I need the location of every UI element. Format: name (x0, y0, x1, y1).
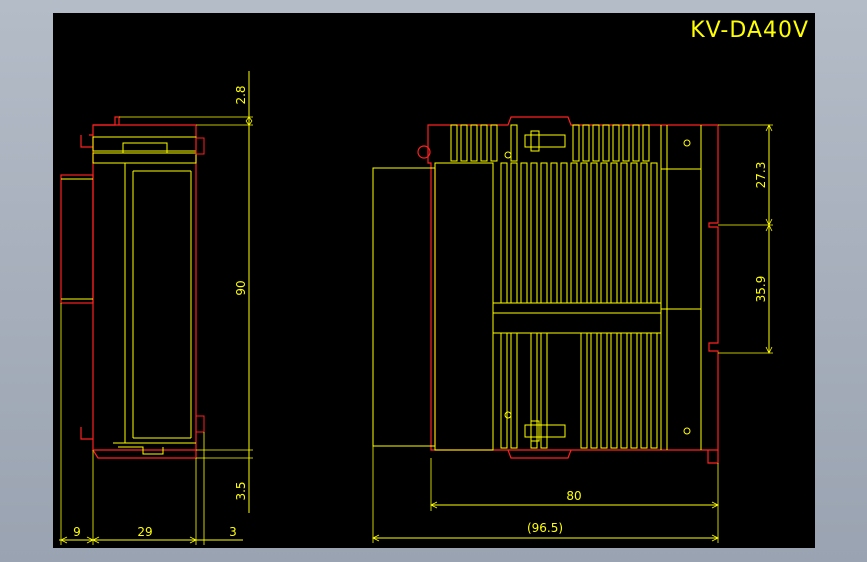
terminal-clamps (504, 130, 566, 442)
dim-lower-right: 35.9 (754, 276, 768, 303)
side-view-outline (92, 124, 197, 451)
front-view-connector (372, 167, 436, 447)
cad-drawing: KV-DA40V 2.8 90 3.5 9 29 3 27.3 35.9 80 … (59, 18, 809, 545)
dim-body-width: 29 (137, 525, 152, 539)
heat-sink-fins (450, 124, 661, 450)
front-view-dimensions: 27.3 35.9 80 (96.5) (372, 124, 773, 543)
front-view-outline (427, 116, 719, 451)
dim-total-depth: (96.5) (527, 521, 563, 535)
dim-depth: 80 (566, 489, 581, 503)
side-view-connector-block (60, 174, 94, 304)
dim-bottom-gap: 3.5 (234, 481, 248, 500)
drawing-title: KV-DA40V (690, 18, 809, 43)
side-view (60, 116, 205, 459)
side-view-top-flange (80, 116, 120, 148)
dim-left-width: 9 (73, 525, 81, 539)
dim-height: 90 (234, 280, 248, 295)
dim-upper-right: 27.3 (754, 162, 768, 189)
drawing-canvas: KV-DA40V 2.8 90 3.5 9 29 3 27.3 35.9 80 … (53, 13, 815, 548)
front-view (372, 116, 719, 464)
side-view-dimensions: 2.8 90 3.5 9 29 3 (59, 71, 253, 545)
dim-right-width: 3 (229, 525, 237, 539)
dim-top-gap: 2.8 (234, 85, 248, 104)
